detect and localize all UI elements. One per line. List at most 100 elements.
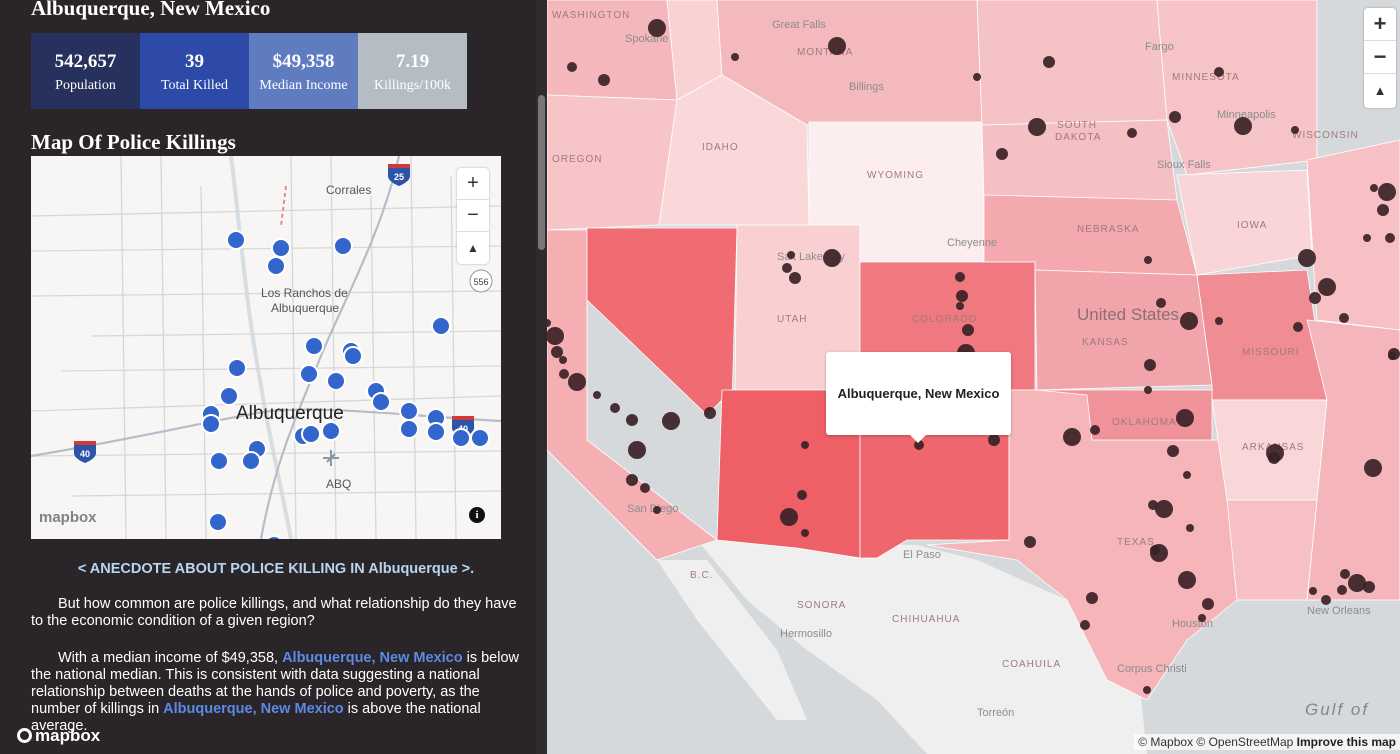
killing-dot[interactable]: [1370, 184, 1378, 192]
killing-dot[interactable]: [1309, 587, 1317, 595]
attribution-copyright[interactable]: © Mapbox © OpenStreetMap: [1138, 735, 1293, 749]
killing-dot[interactable]: [628, 441, 646, 459]
killing-marker[interactable]: [371, 392, 391, 412]
map-attribution[interactable]: © Mapbox © OpenStreetMap Improve this ma…: [1134, 734, 1400, 750]
killing-marker[interactable]: [470, 428, 490, 448]
killing-dot[interactable]: [551, 346, 563, 358]
city-map-zoom-out-button[interactable]: −: [457, 200, 489, 232]
killing-dot[interactable]: [1127, 128, 1137, 138]
killing-dot[interactable]: [956, 302, 964, 310]
killing-dot[interactable]: [1388, 352, 1396, 360]
killing-dot[interactable]: [1080, 620, 1090, 630]
national-map-controls[interactable]: + − ▲: [1364, 8, 1396, 108]
killing-dot[interactable]: [801, 529, 809, 537]
killing-dot[interactable]: [1176, 409, 1194, 427]
killing-dot[interactable]: [1063, 428, 1081, 446]
killing-dot[interactable]: [1156, 298, 1166, 308]
city-map-canvas[interactable]: 25 556 40 40 Corrales Los Ranchos de Alb…: [31, 156, 501, 539]
killing-dot[interactable]: [1090, 425, 1100, 435]
killing-dot[interactable]: [1183, 471, 1191, 479]
killing-dot[interactable]: [1202, 598, 1214, 610]
killing-marker[interactable]: [301, 424, 321, 444]
killing-marker[interactable]: [399, 419, 419, 439]
killing-dot[interactable]: [1180, 312, 1198, 330]
killing-dot[interactable]: [1155, 500, 1173, 518]
killing-dot[interactable]: [1348, 574, 1366, 592]
sidebar-scrollbar-thumb[interactable]: [538, 95, 545, 250]
city-map-compass-button[interactable]: ▲: [457, 232, 489, 264]
killing-dot[interactable]: [1293, 322, 1303, 332]
killing-dot[interactable]: [593, 391, 601, 399]
killing-dot[interactable]: [1144, 386, 1152, 394]
killing-dot[interactable]: [823, 249, 841, 267]
killing-dot[interactable]: [956, 290, 968, 302]
killing-marker[interactable]: [321, 421, 341, 441]
killing-dot[interactable]: [780, 508, 798, 526]
killing-marker[interactable]: [266, 256, 286, 276]
killing-dot[interactable]: [973, 73, 981, 81]
national-map-zoom-in-button[interactable]: +: [1364, 8, 1396, 41]
killing-marker[interactable]: [265, 535, 283, 539]
killing-dot[interactable]: [1028, 118, 1046, 136]
killing-dot[interactable]: [789, 272, 801, 284]
killing-marker[interactable]: [219, 386, 239, 406]
killing-dot[interactable]: [731, 53, 739, 61]
killing-dot[interactable]: [1318, 278, 1336, 296]
killing-dot[interactable]: [568, 373, 586, 391]
killing-dot[interactable]: [1378, 183, 1396, 201]
killing-dot[interactable]: [653, 506, 661, 514]
killing-dot[interactable]: [662, 412, 680, 430]
city-map-controls[interactable]: + − ▲: [457, 168, 489, 264]
killing-dot[interactable]: [1364, 459, 1382, 477]
city-map-zoom-in-button[interactable]: +: [457, 168, 489, 200]
killing-dot[interactable]: [1144, 256, 1152, 264]
killing-marker[interactable]: [431, 316, 451, 336]
killing-dot[interactable]: [1144, 359, 1156, 371]
killing-dot[interactable]: [1234, 117, 1252, 135]
killing-dot[interactable]: [1298, 249, 1316, 267]
killing-dot[interactable]: [626, 414, 638, 426]
killing-dot[interactable]: [1169, 111, 1181, 123]
killing-dot[interactable]: [1167, 445, 1179, 457]
killing-marker[interactable]: [241, 451, 261, 471]
killing-dot[interactable]: [559, 369, 569, 379]
killing-marker[interactable]: [226, 230, 246, 250]
killing-dot[interactable]: [1377, 204, 1389, 216]
killing-dot[interactable]: [1024, 536, 1036, 548]
city-link-2[interactable]: Albuquerque, New Mexico: [163, 701, 343, 717]
killing-dot[interactable]: [1385, 233, 1395, 243]
killing-dot[interactable]: [1340, 569, 1350, 579]
killing-dot[interactable]: [996, 148, 1008, 160]
killing-marker[interactable]: [343, 346, 363, 366]
killing-dot[interactable]: [1086, 592, 1098, 604]
killing-dot[interactable]: [988, 434, 1000, 446]
killing-dot[interactable]: [782, 263, 792, 273]
killing-dot[interactable]: [1178, 571, 1196, 589]
killing-marker[interactable]: [271, 238, 291, 258]
killing-marker[interactable]: [209, 451, 229, 471]
killing-dot[interactable]: [648, 19, 666, 37]
killing-dot[interactable]: [801, 441, 809, 449]
killing-dot[interactable]: [1291, 126, 1299, 134]
killing-marker[interactable]: [227, 358, 247, 378]
killing-dot[interactable]: [598, 74, 610, 86]
city-map[interactable]: 25 556 40 40 Corrales Los Ranchos de Alb…: [31, 156, 501, 539]
killing-dot[interactable]: [1339, 313, 1349, 323]
killing-marker[interactable]: [399, 401, 419, 421]
killing-dot[interactable]: [1215, 317, 1223, 325]
national-map[interactable]: WASHINGTON MONTANA MINNESOTA OREGON IDAH…: [547, 0, 1400, 754]
city-map-mapbox-logo[interactable]: mapbox: [39, 509, 97, 526]
killing-marker[interactable]: [299, 364, 319, 384]
killing-dot[interactable]: [828, 37, 846, 55]
killing-dot[interactable]: [962, 324, 974, 336]
killing-dot[interactable]: [1363, 234, 1371, 242]
killing-marker[interactable]: [333, 236, 353, 256]
killing-dot[interactable]: [567, 62, 577, 72]
killing-dot[interactable]: [1214, 67, 1224, 77]
killing-dot[interactable]: [1198, 614, 1206, 622]
killing-marker[interactable]: [304, 336, 324, 356]
killing-dot[interactable]: [787, 251, 795, 259]
killing-marker[interactable]: [426, 422, 446, 442]
killing-dot[interactable]: [1363, 581, 1375, 593]
killing-dot[interactable]: [626, 474, 638, 486]
